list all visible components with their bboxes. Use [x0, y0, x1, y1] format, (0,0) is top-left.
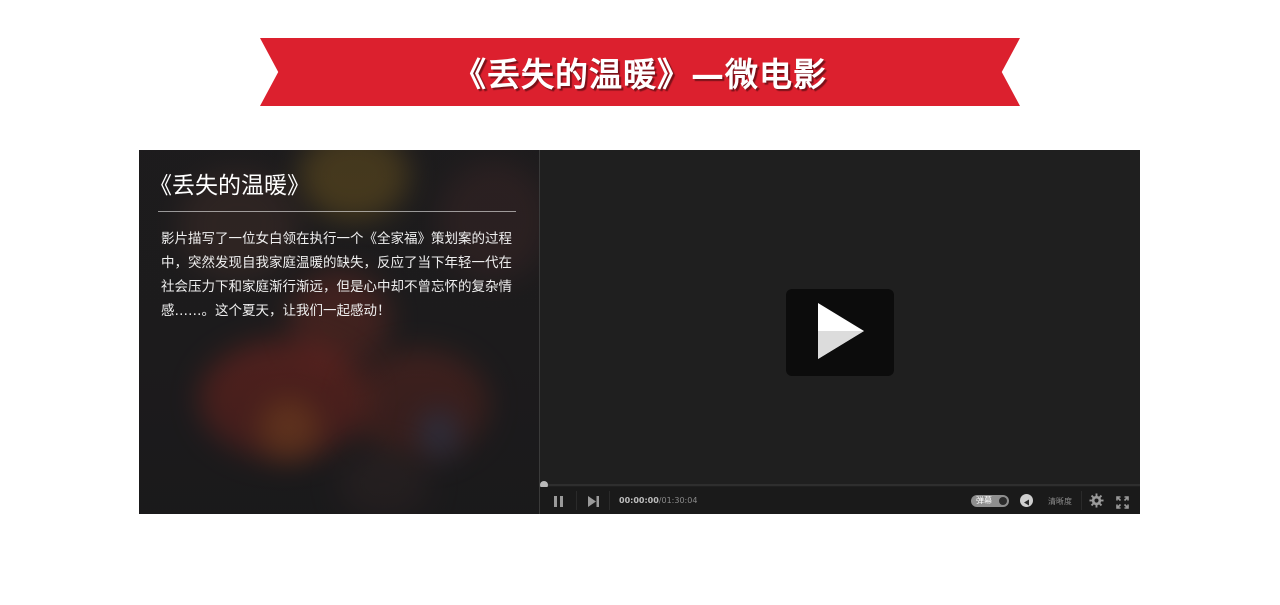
banner-title: 《丢失的温暖》—微电影 — [453, 55, 827, 94]
danmaku-label: 弹幕 — [976, 496, 992, 505]
progress-bar[interactable] — [540, 484, 1140, 486]
video-viewport[interactable] — [540, 150, 1140, 484]
fullscreen-icon — [1116, 496, 1129, 509]
next-button[interactable] — [587, 493, 600, 512]
film-info-panel: 《丢失的温暖》 影片描写了一位女白领在执行一个《全家福》策划案的过程中，突然发现… — [139, 150, 539, 514]
pause-icon — [554, 496, 563, 507]
big-play-button[interactable] — [786, 289, 894, 376]
send-icon — [1024, 499, 1029, 506]
fullscreen-button[interactable] — [1116, 494, 1129, 513]
control-bar: 00:00:00/01:30:04 弹幕 清晰度 — [540, 487, 1140, 514]
next-icon — [588, 496, 599, 507]
time-display: 00:00:00/01:30:04 — [619, 496, 697, 505]
film-description: 影片描写了一位女白领在执行一个《全家福》策划案的过程中，突然发现自我家庭温暖的缺… — [161, 231, 512, 319]
play-icon — [818, 303, 864, 359]
danmaku-toggle[interactable]: 弹幕 — [971, 495, 1009, 507]
film-title: 《丢失的温暖》 — [149, 173, 310, 199]
gear-icon — [1089, 493, 1104, 508]
title-divider — [158, 211, 516, 212]
send-danmaku-button[interactable] — [1020, 494, 1033, 507]
title-banner: 《丢失的温暖》—微电影 — [260, 38, 1020, 106]
total-time: 01:30:04 — [661, 496, 698, 505]
video-player: 00:00:00/01:30:04 弹幕 清晰度 — [539, 150, 1140, 514]
settings-button[interactable] — [1089, 493, 1104, 512]
pause-button[interactable] — [553, 493, 564, 512]
current-time: 00:00:00 — [619, 496, 659, 505]
quality-button[interactable]: 清晰度 — [1048, 496, 1072, 507]
